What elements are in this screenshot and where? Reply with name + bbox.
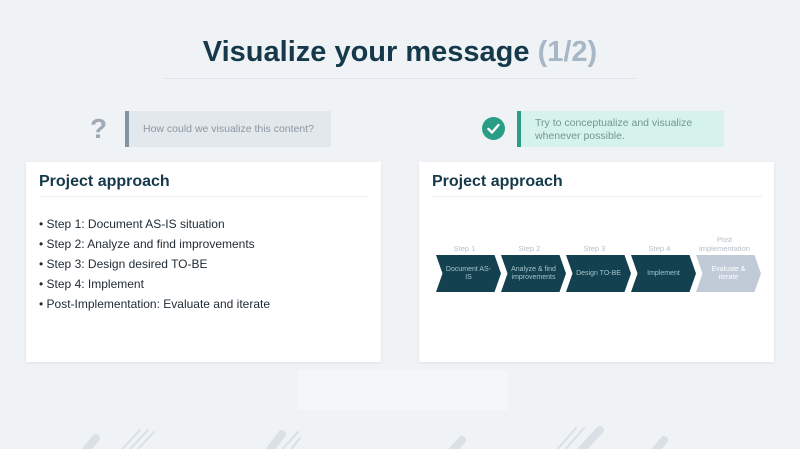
step-list: Step 1: Document AS-IS situation Step 2:… <box>39 216 270 316</box>
check-circle-icon <box>482 117 505 140</box>
step-label: Step 2 <box>518 244 541 253</box>
process-step-arrow: Design TO-BE <box>566 255 631 292</box>
question-callout-text: How could we visualize this content? <box>143 123 315 135</box>
question-mark-icon: ? <box>90 113 108 144</box>
title-divider <box>163 78 637 79</box>
card-title: Project approach <box>39 173 170 190</box>
list-item: Step 4: Implement <box>39 276 270 296</box>
process-step-arrow: Document AS-IS <box>436 255 501 292</box>
card-divider <box>39 196 369 197</box>
list-item: Step 2: Analyze and find improvements <box>39 236 270 256</box>
page-title: Visualize your message (1/2) <box>0 36 800 69</box>
process-step-text: Analyze & find improvements <box>511 265 556 281</box>
list-item: Post-Implementation: Evaluate and iterat… <box>39 296 270 316</box>
page-title-main: Visualize your message <box>202 36 530 68</box>
process-step-text: Implement <box>647 269 680 277</box>
process-step-arrow: Analyze & find improvements <box>501 255 566 292</box>
text-approach-card: Project approach Step 1: Document AS-IS … <box>26 162 381 362</box>
step-label: Step 3 <box>583 244 606 253</box>
question-callout: How could we visualize this content? <box>125 111 331 147</box>
list-item: Step 1: Document AS-IS situation <box>39 216 270 236</box>
answer-callout-text: Try to conceptualize and visualize whene… <box>535 117 693 142</box>
step-label: Step 1 <box>453 244 476 253</box>
background-panel <box>298 370 508 410</box>
process-step-arrow: Implement <box>631 255 696 292</box>
step-label: Post implementation <box>699 235 750 253</box>
card-title: Project approach <box>432 173 563 190</box>
process-step-text: Design TO-BE <box>576 269 621 277</box>
answer-callout: Try to conceptualize and visualize whene… <box>517 111 724 147</box>
step-label: Step 4 <box>648 244 671 253</box>
page-title-counter: (1/2) <box>537 36 598 68</box>
list-item: Step 3: Design desired TO-BE <box>39 256 270 276</box>
visual-approach-card: Project approach Step 1 Document AS-IS S… <box>419 162 774 362</box>
process-step-text: Document AS-IS <box>445 265 492 281</box>
process-step-arrow: Evaluate & iterate <box>696 255 761 292</box>
decorative-stripes <box>81 426 668 449</box>
process-step-text: Evaluate & iterate <box>711 265 746 281</box>
card-divider <box>432 196 762 197</box>
